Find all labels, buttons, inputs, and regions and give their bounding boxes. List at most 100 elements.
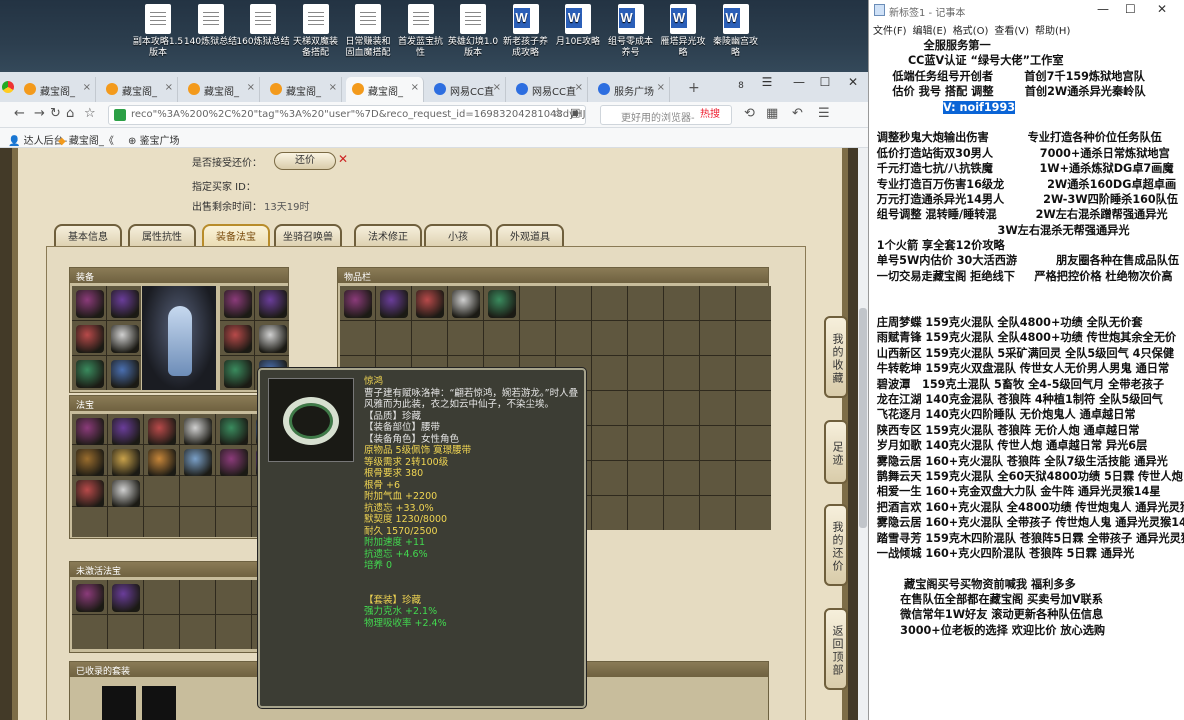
close-button[interactable]: ✕ [840,72,866,92]
fabao-item-icon[interactable] [220,418,248,446]
tab-close-icon[interactable]: × [329,82,337,93]
inventory-slot[interactable] [736,461,771,495]
fabao-slot[interactable] [180,445,215,477]
inventory-slot[interactable] [592,356,627,390]
desktop-icon[interactable]: 首发蓝宝抗 性 [393,4,449,59]
inventory-slot[interactable] [592,321,627,355]
equip-item-icon[interactable] [76,325,104,353]
back-icon[interactable]: ← [14,106,25,121]
inventory-slot[interactable] [628,426,663,460]
desktop-icon[interactable]: W 雁塔异光攻 略 [655,4,711,59]
inventory-slot[interactable] [700,391,735,425]
equip-slot[interactable] [220,356,254,390]
browser-logo-icon[interactable] [2,81,14,93]
selected-text[interactable]: V: noif1993 [943,100,1016,114]
unactivated-fabao-slot[interactable] [144,615,179,649]
equip-slot[interactable] [107,286,141,320]
notepad-menu-item[interactable]: 查看(V) [994,26,1029,37]
notepad-minimize-button[interactable]: — [1097,2,1109,16]
bookmark-2[interactable]: ◆ 藏宝阁_《 [58,132,114,147]
inventory-item-icon[interactable] [344,290,372,318]
inventory-slot[interactable] [700,356,735,390]
inventory-item-icon[interactable] [416,290,444,318]
equip-slot[interactable] [220,321,254,355]
inventory-slot[interactable] [628,391,663,425]
inventory-slot[interactable] [448,286,483,320]
browser-tab[interactable]: 网易CC直 × [428,77,506,102]
inventory-slot[interactable] [484,321,519,355]
inventory-slot[interactable] [664,461,699,495]
inventory-slot[interactable] [592,461,627,495]
inventory-slot[interactable] [556,286,591,320]
fabao-slot[interactable] [216,445,251,477]
fabao-item-icon[interactable] [76,449,104,477]
fabao-slot[interactable] [144,414,179,446]
bookmark-star-icon[interactable]: ☆ [84,106,96,121]
inventory-slot[interactable] [664,321,699,355]
fabao-slot[interactable] [108,507,143,537]
inventory-slot[interactable] [700,461,735,495]
inventory-slot[interactable] [340,321,375,355]
fabao-slot[interactable] [108,445,143,477]
fabao-item-icon[interactable] [148,418,176,446]
fabao-item-icon[interactable] [184,418,212,446]
tab-close-icon[interactable]: × [657,82,665,93]
inventory-slot[interactable] [520,321,555,355]
tab-close-icon[interactable]: × [83,82,91,93]
inventory-slot[interactable] [664,286,699,320]
fabao-item-icon[interactable] [220,449,248,477]
side-button-1[interactable]: 足迹 [824,420,848,484]
browser-tab[interactable]: 藏宝阁_ × [100,77,178,102]
fabao-slot[interactable] [144,507,179,537]
favorite-icon[interactable]: ☆ [552,106,564,121]
set-item[interactable] [142,686,176,720]
equip-item-icon[interactable] [259,325,287,353]
fabao-slot[interactable] [180,414,215,446]
equip-item-icon[interactable] [224,290,252,318]
inventory-slot[interactable] [628,321,663,355]
inventory-slot[interactable] [592,391,627,425]
inventory-slot[interactable] [628,496,663,530]
fabao-item-icon[interactable] [112,480,140,508]
tab-close-icon[interactable]: × [165,82,173,93]
desktop-icon[interactable]: W 新老孩子养 成攻略 [498,4,554,59]
inventory-slot[interactable] [664,391,699,425]
inventory-slot[interactable] [412,286,447,320]
fabao-slot[interactable] [144,445,179,477]
inventory-slot[interactable] [664,356,699,390]
fabao-slot[interactable] [72,476,107,508]
equip-slot[interactable] [220,286,254,320]
fabao-slot[interactable] [216,507,251,537]
browser-tab[interactable]: 藏宝阁_ × [182,77,260,102]
inventory-slot[interactable] [340,286,375,320]
inventory-item-icon[interactable] [488,290,516,318]
desktop-icon[interactable]: W 组号零成本 养号 [603,4,659,59]
scroll-thumb[interactable] [859,308,867,528]
inventory-slot[interactable] [592,496,627,530]
menu-icon[interactable]: ☰ [754,72,780,92]
equip-item-icon[interactable] [111,290,139,318]
desktop-icon[interactable]: 日常赚装和 固血魔搭配 [340,4,396,59]
inventory-slot[interactable] [736,391,771,425]
inventory-slot[interactable] [376,286,411,320]
inventory-item-icon[interactable] [452,290,480,318]
forward-icon[interactable]: → [34,106,45,121]
inventory-slot[interactable] [736,286,771,320]
unactivated-fabao-slot[interactable] [72,580,107,614]
fabao-item-icon[interactable] [112,449,140,477]
bookmark-3[interactable]: ⊕ 鉴宝广场 [128,132,180,147]
set-item[interactable] [102,686,136,720]
fabao-item-icon[interactable] [76,418,104,446]
fabao-slot[interactable] [216,476,251,506]
desktop-icon[interactable]: 副本攻略1.5 版本 [130,4,186,59]
fabao-slot[interactable] [144,476,179,506]
inventory-slot[interactable] [736,426,771,460]
equip-slot[interactable] [255,286,289,320]
fabao-slot[interactable] [108,476,143,508]
notepad-menu-item[interactable]: 帮助(H) [1035,26,1070,37]
unactivated-fabao-item-icon[interactable] [76,584,104,612]
inventory-slot[interactable] [592,286,627,320]
inventory-slot[interactable] [628,286,663,320]
fabao-item-icon[interactable] [184,449,212,477]
desktop-icon[interactable]: W 月10E攻略 [550,4,606,48]
